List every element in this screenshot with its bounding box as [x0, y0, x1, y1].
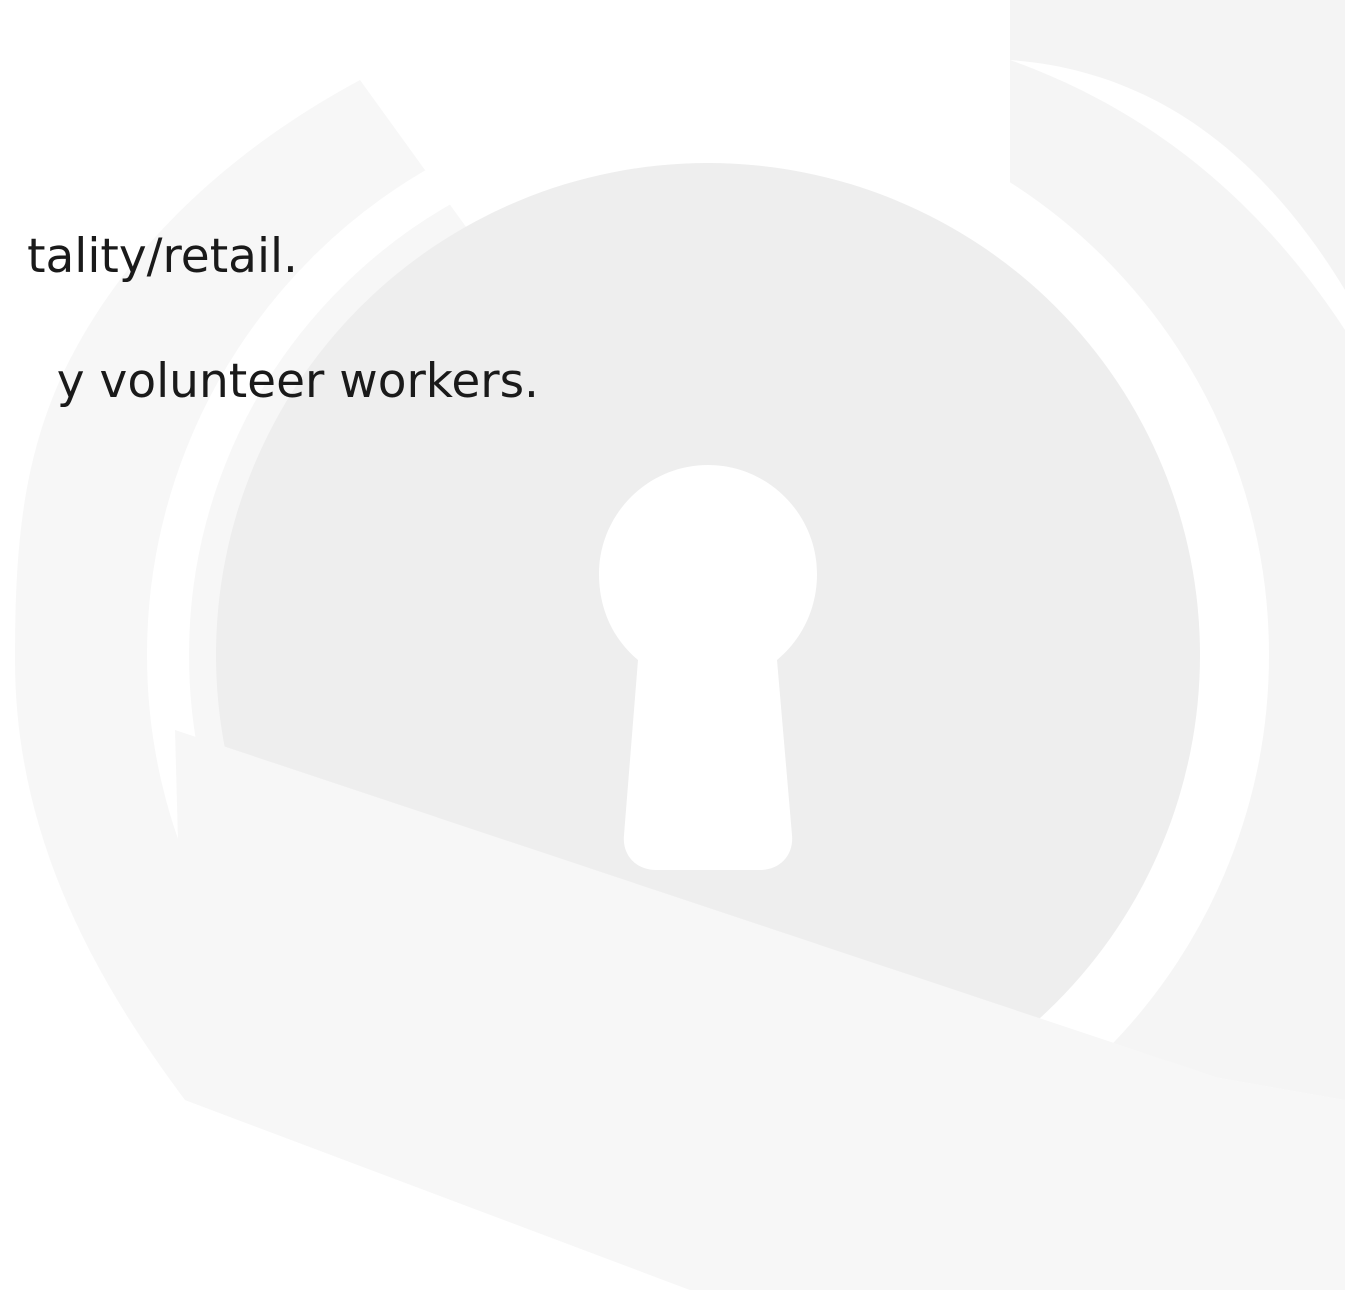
slide-canvas: tality/retail. y volunteer workers. [0, 0, 1345, 1290]
body-text-line-1: tality/retail. [27, 229, 298, 284]
keyhole-lock-icon [15, 0, 1345, 1290]
body-text-line-2: y volunteer workers. [56, 354, 539, 409]
